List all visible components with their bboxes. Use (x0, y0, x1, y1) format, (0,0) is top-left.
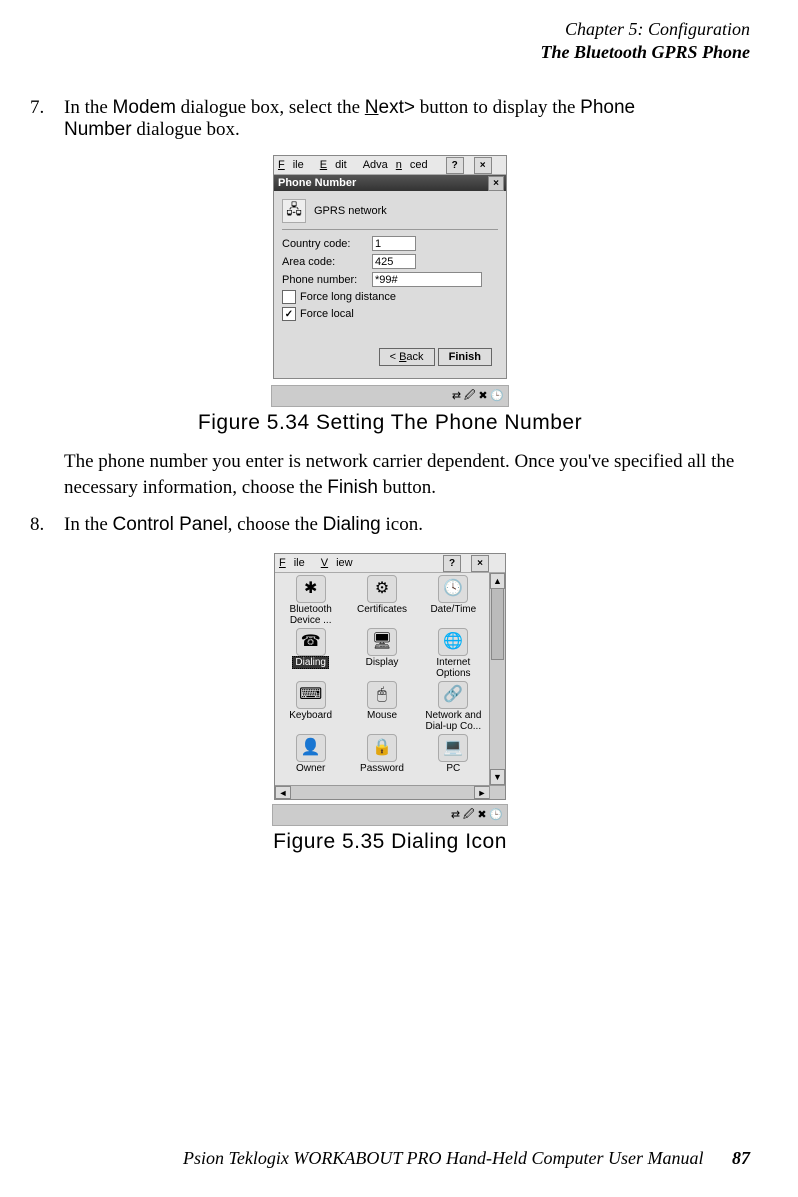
menubar[interactable]: File View ? × (275, 554, 505, 573)
dialing-icon: ☎ (296, 628, 326, 656)
cp-item-label: Display (366, 658, 399, 669)
paragraph-phone-info: The phone number you enter is network ca… (64, 449, 750, 500)
figure-5-34: File Edit Advanced ? × Phone Number × 🖧 … (30, 155, 750, 435)
network-header: 🖧 GPRS network (282, 197, 498, 225)
scroll-down-arrow[interactable]: ▼ (490, 769, 505, 785)
dialog-close-button[interactable]: × (488, 176, 504, 191)
phone-number-input[interactable] (372, 272, 482, 287)
taskbar: ⇄ 🖉 ✖ 🕒 (271, 385, 509, 407)
cp-item-label: Network andDial-up Co... (425, 711, 481, 732)
cp-item-label: Dialing (292, 658, 329, 669)
chapter-line: Chapter 5: Configuration (30, 18, 750, 41)
step-7: 7. In the Modem dialogue box, select the… (30, 97, 750, 141)
date-time-icon: 🕓 (438, 575, 468, 603)
help-button[interactable]: ? (446, 157, 464, 174)
menubar[interactable]: File Edit Advanced ? × (274, 156, 506, 175)
step-number: 8. (30, 514, 64, 536)
cp-item-label: Mouse (367, 711, 397, 722)
step-body: In the Modem dialogue box, select the Ne… (64, 97, 750, 141)
menu-edit[interactable]: Edit (320, 159, 355, 171)
network-name: GPRS network (314, 205, 387, 217)
pc-icon: 💻 (438, 734, 468, 762)
scroll-left-arrow[interactable]: ◄ (275, 786, 291, 799)
cp-item-label: Password (360, 764, 404, 775)
mouse-icon: 🖱 (367, 681, 397, 709)
menu-advanced[interactable]: Advanced (363, 159, 436, 171)
cp-item-label: BluetoothDevice ... (290, 605, 332, 626)
back-button[interactable]: < Back (379, 348, 435, 366)
figure-5-35: File View ? × ✱BluetoothDevice ... ⚙ Certi… (30, 550, 750, 854)
cp-item-pc[interactable]: 💻 PC (418, 734, 489, 785)
cp-item-network-and-dial-up-co[interactable]: 🔗Network andDial-up Co... (418, 681, 489, 734)
figure-caption-2: Figure 5.35 Dialing Icon (30, 830, 750, 854)
close-button[interactable]: × (471, 555, 489, 572)
scroll-right-arrow[interactable]: ► (474, 786, 490, 799)
cp-item-password[interactable]: 🔒 Password (346, 734, 417, 785)
cp-item-internet-options[interactable]: 🌐InternetOptions (418, 628, 489, 681)
page-footer: Psion Teklogix WORKABOUT PRO Hand-Held C… (183, 1148, 750, 1169)
keyboard-icon: ⌨ (296, 681, 326, 709)
internet-icon: 🌐 (438, 628, 468, 656)
label-force-long: Force long distance (300, 291, 396, 303)
label-phone: Phone number: (282, 274, 372, 286)
cp-item-mouse[interactable]: 🖱 Mouse (346, 681, 417, 734)
display-icon: 🖥 (367, 628, 397, 656)
country-code-input[interactable] (372, 236, 416, 251)
certificates-icon: ⚙ (367, 575, 397, 603)
page-number: 87 (732, 1148, 750, 1168)
section-line: The Bluetooth GPRS Phone (30, 41, 750, 64)
cp-item-bluetooth-device[interactable]: ✱BluetoothDevice ... (275, 575, 346, 628)
menu-view[interactable]: View (321, 557, 361, 569)
cp-item-owner[interactable]: 👤 Owner (275, 734, 346, 785)
cp-item-label: Certificates (357, 605, 407, 616)
label-country: Country code: (282, 238, 372, 250)
footer-text: Psion Teklogix WORKABOUT PRO Hand-Held C… (183, 1148, 703, 1168)
titlebar: Phone Number × (274, 175, 506, 191)
label-area: Area code: (282, 256, 372, 268)
cp-item-dialing[interactable]: ☎ Dialing (275, 628, 346, 681)
cp-item-display[interactable]: 🖥 Display (346, 628, 417, 681)
tray-icons: ⇄ 🖉 ✖ 🕒 (451, 806, 503, 825)
figure-caption-1: Figure 5.34 Setting The Phone Number (30, 411, 750, 435)
title-text: Phone Number (278, 177, 356, 189)
scroll-up-arrow[interactable]: ▲ (490, 573, 505, 589)
step-number: 7. (30, 97, 64, 141)
phone-number-window: File Edit Advanced ? × Phone Number × 🖧 … (273, 155, 507, 379)
network-and-icon: 🔗 (438, 681, 468, 709)
step-body: In the Control Panel, choose the Dialing… (64, 514, 750, 536)
menu-file[interactable]: File (279, 557, 313, 569)
cp-item-label: InternetOptions (436, 658, 470, 679)
close-button[interactable]: × (474, 157, 492, 174)
force-long-distance-checkbox[interactable] (282, 290, 296, 304)
cp-item-date-time[interactable]: 🕓 Date/Time (418, 575, 489, 628)
scroll-thumb[interactable] (491, 588, 504, 660)
cp-item-certificates[interactable]: ⚙ Certificates (346, 575, 417, 628)
force-local-checkbox[interactable]: ✓ (282, 307, 296, 321)
menu-file[interactable]: File (278, 159, 312, 171)
finish-button[interactable]: Finish (438, 348, 492, 366)
vertical-scrollbar[interactable]: ▲ ▼ (489, 573, 505, 785)
cp-item-keyboard[interactable]: ⌨ Keyboard (275, 681, 346, 734)
step-8: 8. In the Control Panel, choose the Dial… (30, 514, 750, 536)
taskbar: ⇄ 🖉 ✖ 🕒 (272, 804, 508, 826)
cp-item-label: Date/Time (430, 605, 476, 616)
chapter-header: Chapter 5: Configuration The Bluetooth G… (30, 18, 750, 63)
horizontal-scrollbar[interactable]: ◄ ► (275, 785, 490, 799)
scroll-corner (489, 785, 505, 799)
area-code-input[interactable] (372, 254, 416, 269)
network-icon: 🖧 (282, 199, 306, 223)
control-panel-grid: ✱BluetoothDevice ... ⚙ Certificates 🕓 Date/T… (275, 573, 489, 785)
cp-item-label: Owner (296, 764, 325, 775)
owner-icon: 👤 (296, 734, 326, 762)
control-panel-window: File View ? × ✱BluetoothDevice ... ⚙ Certi… (274, 553, 506, 800)
cp-item-label: PC (446, 764, 460, 775)
tray-icons: ⇄ 🖉 ✖ 🕒 (452, 387, 504, 406)
password-icon: 🔒 (367, 734, 397, 762)
label-force-local: Force local (300, 308, 354, 320)
help-button[interactable]: ? (443, 555, 461, 572)
cp-item-label: Keyboard (289, 711, 332, 722)
bluetooth-icon: ✱ (296, 575, 326, 603)
